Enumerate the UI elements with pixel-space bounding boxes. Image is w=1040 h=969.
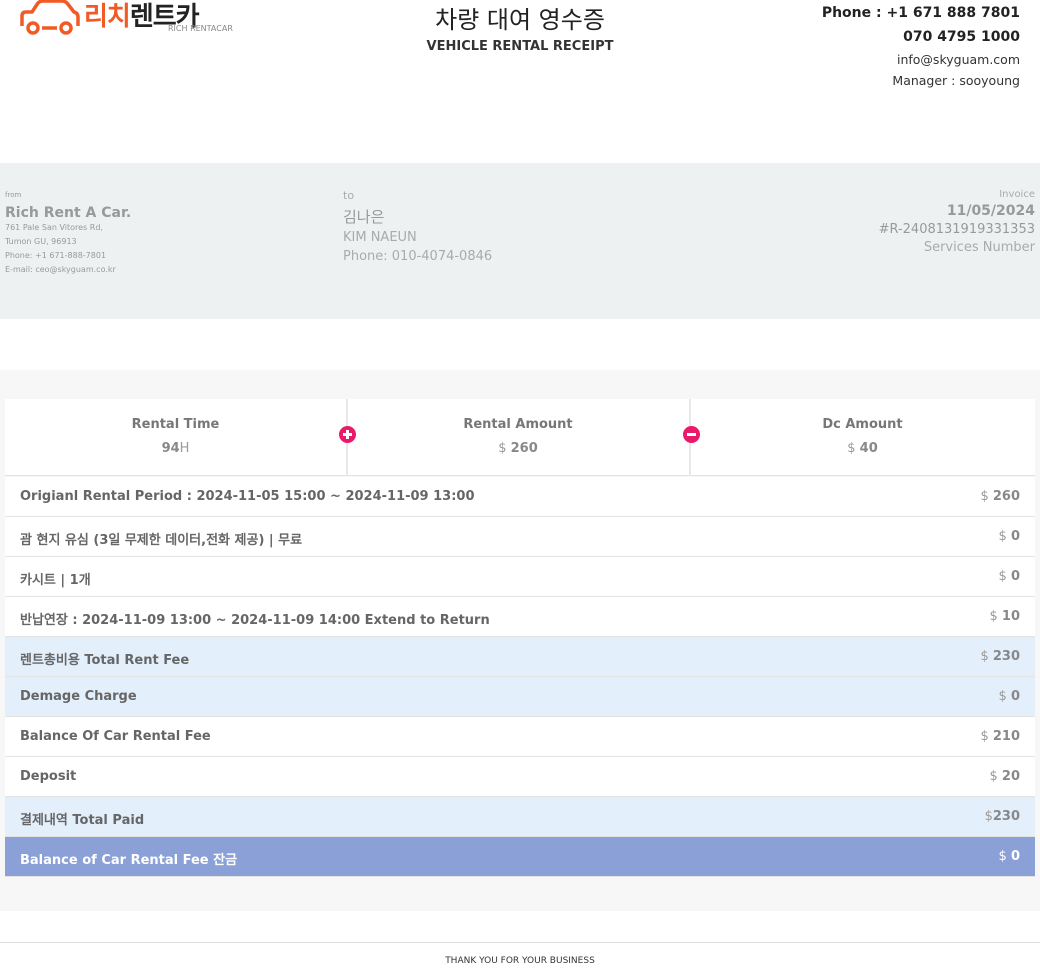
charge-label: 렌트총비용 Total Rent Fee bbox=[20, 653, 190, 668]
receipt-details: Rental Time 94H Rental Amount $ 260 Dc A… bbox=[0, 370, 1040, 911]
receipt-header: 리치렌트카 RICH RENTACAR 차량 대여 영수증 VEHICLE RE… bbox=[0, 0, 1040, 120]
from-block: from Rich Rent A Car. 761 Pale San Vitor… bbox=[5, 191, 131, 277]
rental-time-label: Rental Time bbox=[131, 417, 220, 432]
contact-manager: Manager : sooyoung bbox=[892, 73, 1020, 88]
charge-amount: $ 10 bbox=[989, 609, 1021, 624]
charge-amount: $ 230 bbox=[980, 649, 1020, 664]
charge-amount: $230 bbox=[984, 809, 1020, 824]
charge-label: 괌 현지 유심 (3일 무제한 데이터,전화 제공) | 무료 bbox=[20, 533, 303, 548]
from-company-name: Rich Rent A Car. bbox=[5, 205, 132, 221]
customer-phone: Phone: 010-4074-0846 bbox=[343, 249, 493, 264]
charge-row-deposit: Deposit $ 20 bbox=[5, 757, 1035, 797]
rental-amount-value: $ 260 bbox=[498, 441, 538, 456]
rental-time-cell: Rental Time 94H bbox=[5, 399, 346, 476]
rental-amount-cell: Rental Amount $ 260 bbox=[347, 399, 689, 476]
from-address-line2: Tumon GU, 96913 bbox=[5, 237, 77, 246]
charge-amount: $ 20 bbox=[989, 769, 1021, 784]
charge-label: Balance Of Car Rental Fee bbox=[20, 729, 211, 744]
company-contact: Phone : +1 671 888 7801 070 4795 1000 in… bbox=[822, 4, 1020, 89]
charge-row-extension: 반납연장 : 2024-11-09 13:00 ~ 2024-11-09 14:… bbox=[5, 597, 1035, 637]
charge-amount: $ 0 bbox=[998, 689, 1020, 704]
charge-amount: $ 0 bbox=[998, 569, 1020, 584]
from-email: E-mail: ceo@skyguam.co.kr bbox=[5, 265, 116, 274]
thank-you-note: THANK YOU FOR YOUR BUSINESS bbox=[445, 956, 595, 966]
rental-summary: Rental Time 94H Rental Amount $ 260 Dc A… bbox=[5, 399, 1035, 476]
charge-label: Demage Charge bbox=[20, 689, 137, 704]
charge-row-total-rent-fee: 렌트총비용 Total Rent Fee $ 230 bbox=[5, 637, 1035, 677]
charge-row-total-paid: 결제내역 Total Paid $230 bbox=[5, 797, 1035, 837]
charge-label: 반납연장 : 2024-11-09 13:00 ~ 2024-11-09 14:… bbox=[20, 613, 490, 628]
customer-name-ko: 김나은 bbox=[343, 208, 385, 226]
charge-row-usim: 괌 현지 유심 (3일 무제한 데이터,전화 제공) | 무료 $ 0 bbox=[5, 517, 1035, 557]
charge-amount: $ 0 bbox=[998, 849, 1020, 864]
from-label: from bbox=[5, 191, 22, 199]
contact-email: info@skyguam.com bbox=[896, 52, 1020, 67]
charge-label: 카시트 | 1개 bbox=[20, 573, 91, 588]
charge-label: Deposit bbox=[20, 769, 77, 784]
invoice-number: #R-2408131919331353 bbox=[878, 222, 1035, 237]
to-label: to bbox=[343, 189, 355, 202]
charge-label: Balance of Car Rental Fee 잔금 bbox=[20, 853, 238, 868]
charge-row-rental-period: Origianl Rental Period : 2024-11-05 15:0… bbox=[5, 477, 1035, 517]
charge-amount: $ 0 bbox=[998, 529, 1020, 544]
services-number-label: Services Number bbox=[923, 240, 1035, 255]
charge-list: Origianl Rental Period : 2024-11-05 15:0… bbox=[5, 477, 1035, 877]
charge-row-balance: Balance Of Car Rental Fee $ 210 bbox=[5, 717, 1035, 757]
from-address-line1: 761 Pale San Vitores Rd, bbox=[5, 223, 103, 232]
billing-info: from Rich Rent A Car. 761 Pale San Vitor… bbox=[0, 163, 1040, 319]
charge-amount: $ 210 bbox=[980, 729, 1020, 744]
charge-label: Origianl Rental Period : 2024-11-05 15:0… bbox=[20, 489, 475, 504]
charge-row-remaining-balance: Balance of Car Rental Fee 잔금 $ 0 bbox=[5, 837, 1035, 877]
charge-amount: $ 260 bbox=[980, 489, 1020, 504]
to-block: to 김나은 KIM NAEUN Phone: 010-4074-0846 bbox=[343, 189, 492, 264]
charge-row-damage: Demage Charge $ 0 bbox=[5, 677, 1035, 717]
invoice-label: Invoice bbox=[999, 189, 1035, 200]
from-phone: Phone: +1 671-888-7801 bbox=[5, 251, 107, 260]
charge-label: 결제내역 Total Paid bbox=[20, 813, 145, 828]
customer-name-en: KIM NAEUN bbox=[343, 230, 417, 245]
rental-time-value: 94H bbox=[161, 441, 190, 456]
dc-amount-value: $ 40 bbox=[847, 441, 878, 456]
charge-row-car-seat: 카시트 | 1개 $ 0 bbox=[5, 557, 1035, 597]
rental-amount-label: Rental Amount bbox=[463, 417, 573, 432]
contact-phone-alt: 070 4795 1000 bbox=[903, 29, 1020, 45]
invoice-date: 11/05/2024 bbox=[946, 203, 1035, 219]
invoice-block: Invoice 11/05/2024 #R-2408131919331353 S… bbox=[879, 189, 1035, 255]
dc-amount-cell: Dc Amount $ 40 bbox=[690, 399, 1035, 476]
dc-amount-label: Dc Amount bbox=[822, 417, 903, 432]
contact-phone: Phone : +1 671 888 7801 bbox=[821, 5, 1020, 21]
receipt-footer: THANK YOU FOR YOUR BUSINESS bbox=[0, 942, 1040, 969]
